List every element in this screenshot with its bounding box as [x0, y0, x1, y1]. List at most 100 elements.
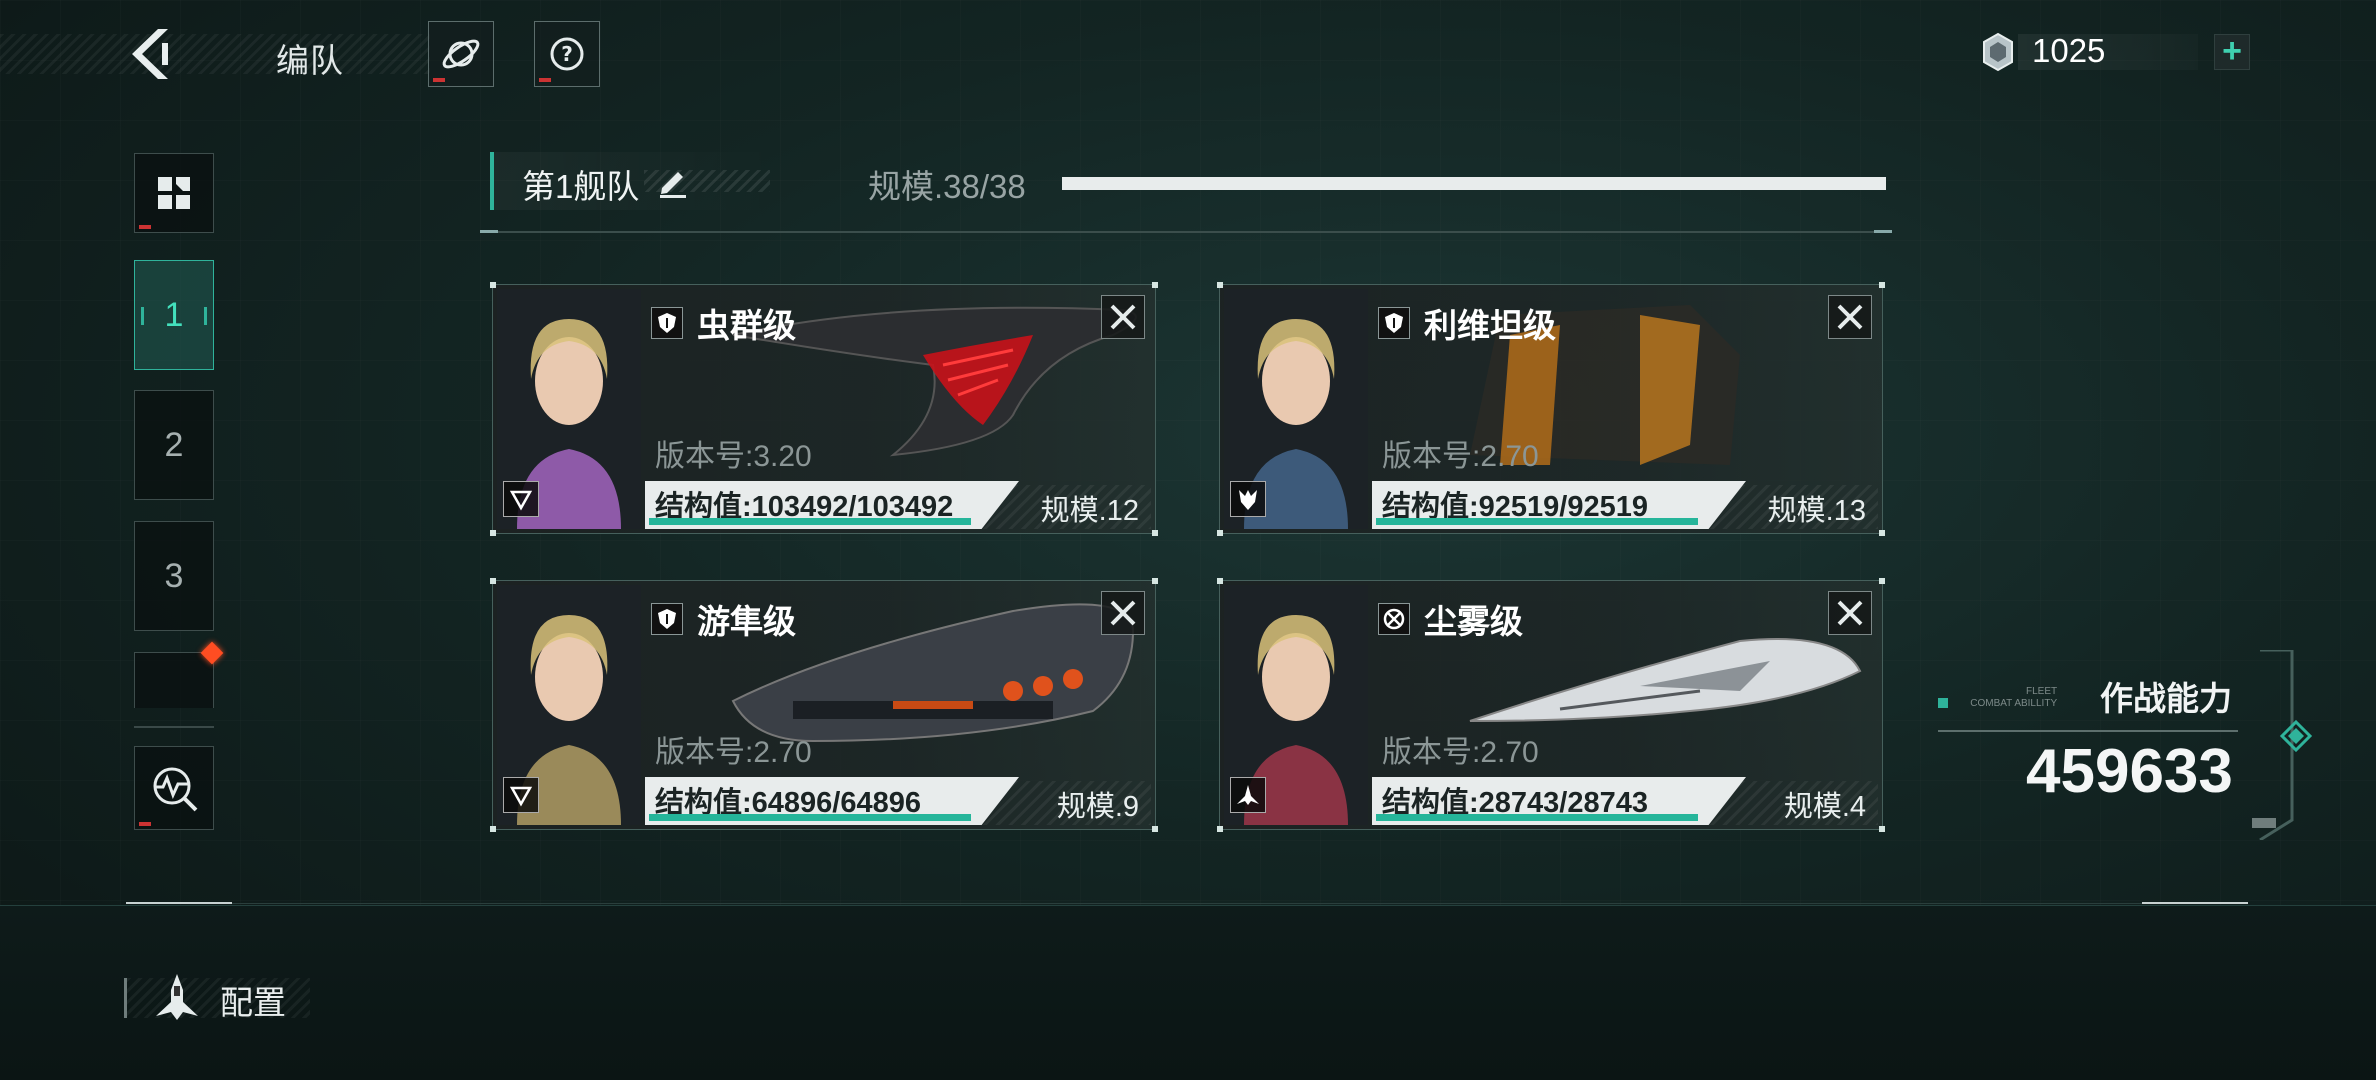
- remove-ship-button[interactable]: [1101, 591, 1145, 635]
- planet-button[interactable]: [428, 21, 494, 87]
- back-button[interactable]: [120, 22, 180, 86]
- remove-ship-button[interactable]: [1828, 295, 1872, 339]
- card-corner: [1217, 578, 1223, 584]
- help-icon: ?: [550, 37, 584, 71]
- ship-name: 尘雾级: [1424, 603, 1523, 640]
- red-mark: [139, 225, 151, 229]
- close-icon: [1110, 600, 1136, 626]
- crosshair-icon: [1378, 603, 1410, 635]
- card-corner: [1879, 578, 1885, 584]
- card-corner: [1152, 282, 1158, 288]
- card-corner: [490, 826, 496, 832]
- combat-ability-panel: FLEET COMBAT ABILLITY 作战能力 459633: [1930, 650, 2330, 840]
- ship-scale: 规模.9: [1056, 791, 1139, 823]
- ship-card[interactable]: 游隼级 版本号:2.70 结构值:64896/64896 规模.9: [490, 578, 1158, 832]
- structure-fill: [1376, 518, 1698, 525]
- ship-scale: 规模.13: [1767, 495, 1866, 527]
- ship-name: 利维坦级: [1424, 307, 1556, 344]
- combat-subtitle: FLEET COMBAT ABILLITY: [1966, 686, 2057, 710]
- sidebar-overview-button[interactable]: [134, 153, 214, 233]
- ship-class-tag: 尘雾级: [1378, 595, 1523, 643]
- add-currency-button[interactable]: +: [2214, 34, 2250, 70]
- ship-version: 版本号:2.70: [1382, 736, 1539, 769]
- scan-icon: [153, 767, 198, 812]
- currency-value: 1025: [2032, 32, 2106, 69]
- grid-icon: [158, 177, 190, 209]
- ship-version: 版本号:2.70: [1382, 440, 1539, 473]
- ship-scale: 规模.12: [1040, 495, 1139, 527]
- title-strip: [0, 34, 430, 74]
- combat-marker: [1938, 698, 1948, 708]
- page-title: 编队: [276, 42, 344, 79]
- ship-card[interactable]: 利维坦级 版本号:2.70 结构值:92519/92519 规模.13: [1217, 282, 1885, 536]
- ship-card[interactable]: 尘雾级 版本号:2.70 结构值:28743/28743 规模.4: [1217, 578, 1885, 832]
- card-corner: [1217, 282, 1223, 288]
- sidebar-tab-3[interactable]: 3: [134, 521, 214, 631]
- combat-divider: [1938, 730, 2238, 732]
- combat-ability-value: 459633: [2026, 737, 2233, 806]
- ship-type-badge: [1230, 777, 1266, 813]
- structure-bar: 结构值:103492/103492: [645, 481, 1019, 529]
- remove-ship-button[interactable]: [1828, 591, 1872, 635]
- ship-name: 虫群级: [697, 307, 796, 344]
- close-icon: [1110, 304, 1136, 330]
- fleet-header-divider: [480, 230, 1892, 233]
- ship-config-icon: [156, 974, 198, 1020]
- sidebar-tab-1[interactable]: 1: [134, 260, 214, 370]
- help-button[interactable]: ?: [534, 21, 600, 87]
- structure-bar: 结构值:28743/28743: [1372, 777, 1746, 825]
- fleet-name-box[interactable]: 第1舰队: [490, 152, 776, 210]
- structure-fill: [649, 518, 971, 525]
- ship-type-badge: [503, 777, 539, 813]
- structure-fill: [1376, 814, 1698, 821]
- edit-icon[interactable]: [656, 164, 690, 198]
- ship-class-tag: 利维坦级: [1378, 299, 1556, 347]
- combat-subtitle-line2: COMBAT ABILLITY: [1970, 698, 2058, 709]
- remove-ship-button[interactable]: [1101, 295, 1145, 339]
- card-corner: [1879, 826, 1885, 832]
- crystal-icon: [1983, 32, 2013, 72]
- ship-type-badge: [503, 481, 539, 517]
- shield-icon: [651, 603, 683, 635]
- combat-ability-title: 作战能力: [2100, 680, 2232, 717]
- structure-bar: 结构值:64896/64896: [645, 777, 1019, 825]
- shield-icon: [651, 307, 683, 339]
- card-corner: [1152, 578, 1158, 584]
- close-icon: [1837, 600, 1863, 626]
- red-mark: [139, 822, 151, 826]
- card-corner: [490, 282, 496, 288]
- planet-icon: [442, 39, 480, 69]
- bottom-divider: [232, 903, 2142, 904]
- card-corner: [1879, 282, 1885, 288]
- ship-class-tag: 游隼级: [651, 595, 796, 643]
- card-corner: [1152, 530, 1158, 536]
- ship-version: 版本号:2.70: [655, 736, 812, 769]
- ship-name: 游隼级: [697, 603, 796, 640]
- sidebar-tab-4[interactable]: [134, 652, 214, 708]
- bottom-panel: [0, 905, 2376, 1080]
- sidebar-tab-2[interactable]: 2: [134, 390, 214, 500]
- structure-fill: [649, 814, 971, 821]
- ship-card[interactable]: 虫群级 版本号:3.20 结构值:103492/103492 规模.12: [490, 282, 1158, 536]
- fleet-name: 第1舰队: [522, 168, 640, 205]
- ship-scale: 规模.4: [1783, 791, 1866, 823]
- bottom-rule-right: [2142, 902, 2248, 904]
- config-button[interactable]: 配置: [124, 970, 314, 1026]
- shield-icon: [1378, 307, 1410, 339]
- combat-subtitle-line1: FLEET: [2026, 686, 2058, 697]
- fleet-scale-text: 规模.38/38: [868, 168, 1026, 205]
- structure-bar: 结构值:92519/92519: [1372, 481, 1746, 529]
- sidebar-divider: [134, 726, 214, 728]
- ship-version: 版本号:3.20: [655, 440, 812, 473]
- card-corner: [490, 530, 496, 536]
- close-icon: [1837, 304, 1863, 330]
- ship-class-tag: 虫群级: [651, 299, 796, 347]
- card-corner: [1879, 530, 1885, 536]
- svg-text:?: ?: [561, 42, 573, 66]
- bottom-rule-left: [126, 902, 232, 904]
- card-corner: [490, 578, 496, 584]
- ship-type-badge: [1230, 481, 1266, 517]
- sidebar-scan-button[interactable]: [134, 746, 214, 830]
- card-corner: [1217, 530, 1223, 536]
- fleet-scale-bar: [1062, 177, 1886, 190]
